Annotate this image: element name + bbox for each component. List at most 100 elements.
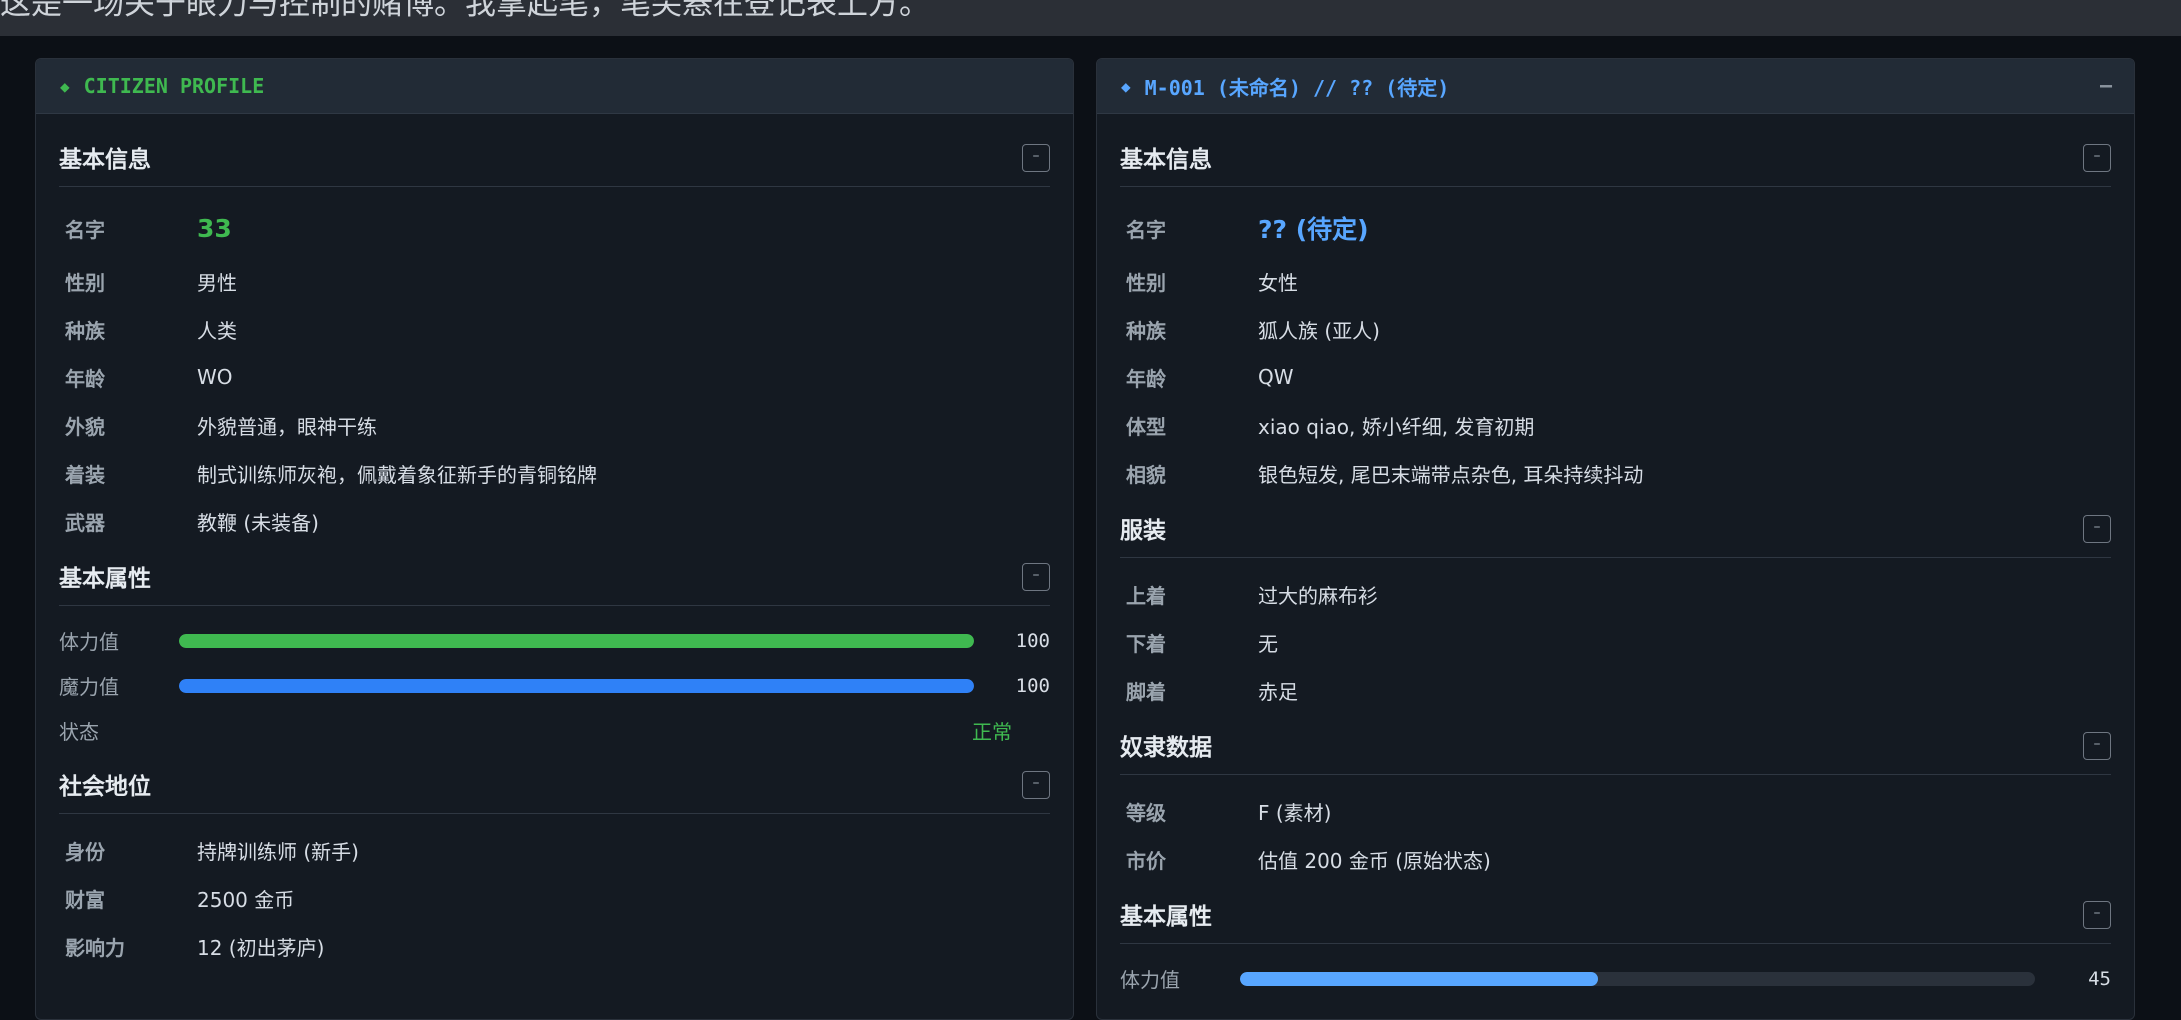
info-value: QW: [1258, 365, 1294, 389]
stat-row-stamina: 体力值 100: [59, 618, 1050, 663]
status-value: 正常: [972, 720, 1012, 744]
info-row-price: 市价 估值 200 金币 (原始状态): [1120, 835, 2111, 883]
panel-header: ◆ M-001 (未命名) // ?? (待定) –: [1097, 59, 2134, 114]
panel-collapse-button[interactable]: –: [2100, 73, 2112, 97]
section-clothing: 服装 –: [1120, 497, 2111, 558]
info-key: 市价: [1126, 848, 1166, 873]
section-title: 社会地位: [59, 774, 151, 800]
stamina-bar-fill: [1239, 971, 1598, 986]
info-value: xiao qiao, 娇小纤细, 发育初期: [1258, 414, 1535, 439]
status-label: 状态: [59, 720, 99, 744]
section-attributes: 基本属性 –: [1120, 883, 2111, 944]
collapse-button[interactable]: –: [1022, 144, 1050, 172]
info-value: 外貌普通，眼神干练: [197, 414, 377, 439]
mana-bar-fill: [178, 678, 975, 693]
diamond-icon: ◆: [60, 76, 70, 96]
info-key: 武器: [65, 510, 105, 535]
stat-label: 体力值: [59, 630, 119, 654]
stat-label: 体力值: [1120, 968, 1180, 992]
info-key: 等级: [1126, 800, 1166, 825]
diamond-icon: ◆: [1121, 76, 1131, 96]
section-title: 服装: [1120, 518, 1166, 544]
section-social-status: 社会地位 –: [59, 753, 1050, 814]
info-key: 种族: [65, 318, 105, 343]
info-key: 财富: [65, 887, 105, 912]
info-row-age: 年龄 WO: [59, 353, 1050, 401]
info-key: 下着: [1126, 631, 1166, 656]
info-row-race: 种族 人类: [59, 305, 1050, 353]
info-row-appearance: 外貌 外貌普通，眼神干练: [59, 401, 1050, 449]
stamina-bar-fill: [178, 633, 975, 648]
collapse-button[interactable]: –: [2083, 732, 2111, 760]
info-row-bottom: 下着 无: [1120, 618, 2111, 666]
collapse-button[interactable]: –: [1022, 771, 1050, 799]
info-value: 无: [1258, 631, 1278, 656]
section-title: 基本信息: [59, 147, 151, 173]
stat-label: 魔力值: [59, 675, 119, 699]
section-attributes: 基本属性 –: [59, 545, 1050, 606]
info-row-name: 名字 33: [59, 199, 1050, 257]
citizen-profile-panel: ◆ CITIZEN PROFILE 基本信息 – 名字 33 性别 男性 种族 …: [35, 58, 1074, 1020]
info-value: 女性: [1258, 270, 1298, 295]
collapse-button[interactable]: –: [1022, 563, 1050, 591]
mana-bar: [178, 678, 975, 693]
info-row-top: 上着 过大的麻布衫: [1120, 570, 2111, 618]
info-row-identity: 身份 持牌训练师 (新手): [59, 826, 1050, 874]
info-row-weapon: 武器 教鞭 (未装备): [59, 497, 1050, 545]
collapse-button[interactable]: –: [2083, 144, 2111, 172]
info-value: 男性: [197, 270, 237, 295]
panel-title: CITIZEN PROFILE: [83, 74, 265, 98]
stat-value: 45: [2088, 967, 2111, 990]
stamina-bar: [178, 633, 975, 648]
info-value: 赤足: [1258, 679, 1298, 704]
info-value: 教鞭 (未装备): [197, 510, 319, 535]
section-title: 奴隶数据: [1120, 735, 1212, 761]
info-row-looks: 相貌 银色短发, 尾巴末端带点杂色, 耳朵持续抖动: [1120, 449, 2111, 497]
info-row-wealth: 财富 2500 金币: [59, 874, 1050, 922]
info-key: 名字: [65, 217, 105, 242]
story-text: 这是一场关于眼力与控制的赌博。我拿起笔，笔尖悬在登记表上方。: [0, 0, 930, 22]
stat-value: 100: [1015, 674, 1050, 697]
info-row-name: 名字 ?? (待定): [1120, 199, 2111, 257]
info-key: 年龄: [1126, 366, 1166, 391]
story-text-bar: 这是一场关于眼力与控制的赌博。我拿起笔，笔尖悬在登记表上方。: [0, 0, 2181, 36]
info-value: 持牌训练师 (新手): [197, 839, 359, 864]
section-slave-data: 奴隶数据 –: [1120, 714, 2111, 775]
info-row-grade: 等级 F (素材): [1120, 787, 2111, 835]
info-key: 性别: [65, 270, 105, 295]
info-value: 12 (初出茅庐): [197, 935, 325, 960]
section-title: 基本属性: [59, 566, 151, 592]
info-key: 性别: [1126, 270, 1166, 295]
info-value: F (素材): [1258, 800, 1332, 825]
info-row-gender: 性别 男性: [59, 257, 1050, 305]
info-key: 名字: [1126, 217, 1166, 242]
info-key: 相貌: [1126, 462, 1166, 487]
info-key: 影响力: [65, 935, 125, 960]
panel-header: ◆ CITIZEN PROFILE: [36, 59, 1073, 114]
collapse-button[interactable]: –: [2083, 901, 2111, 929]
info-row-outfit: 着装 制式训练师灰袍，佩戴着象征新手的青铜铭牌: [59, 449, 1050, 497]
info-value: 狐人族 (亚人): [1258, 318, 1380, 343]
collapse-button[interactable]: –: [2083, 515, 2111, 543]
info-value: 制式训练师灰袍，佩戴着象征新手的青铜铭牌: [197, 462, 597, 487]
stamina-bar: [1239, 971, 2036, 986]
info-value: ?? (待定): [1258, 215, 1369, 244]
info-row-influence: 影响力 12 (初出茅庐): [59, 922, 1050, 970]
info-row-body: 体型 xiao qiao, 娇小纤细, 发育初期: [1120, 401, 2111, 449]
info-key: 体型: [1126, 414, 1166, 439]
info-key: 身份: [65, 839, 105, 864]
info-row-gender: 性别 女性: [1120, 257, 2111, 305]
info-row-feet: 脚着 赤足: [1120, 666, 2111, 714]
info-value: 过大的麻布衫: [1258, 583, 1378, 608]
section-title: 基本属性: [1120, 904, 1212, 930]
info-key: 年龄: [65, 366, 105, 391]
info-value: 人类: [197, 318, 237, 343]
info-value: 银色短发, 尾巴末端带点杂色, 耳朵持续抖动: [1258, 462, 1644, 487]
info-value: 33: [197, 213, 232, 243]
info-row-race: 种族 狐人族 (亚人): [1120, 305, 2111, 353]
info-value: WO: [197, 365, 233, 389]
stat-row-mana: 魔力值 100: [59, 663, 1050, 708]
section-title: 基本信息: [1120, 147, 1212, 173]
info-row-age: 年龄 QW: [1120, 353, 2111, 401]
section-basic-info: 基本信息 –: [59, 114, 1050, 187]
